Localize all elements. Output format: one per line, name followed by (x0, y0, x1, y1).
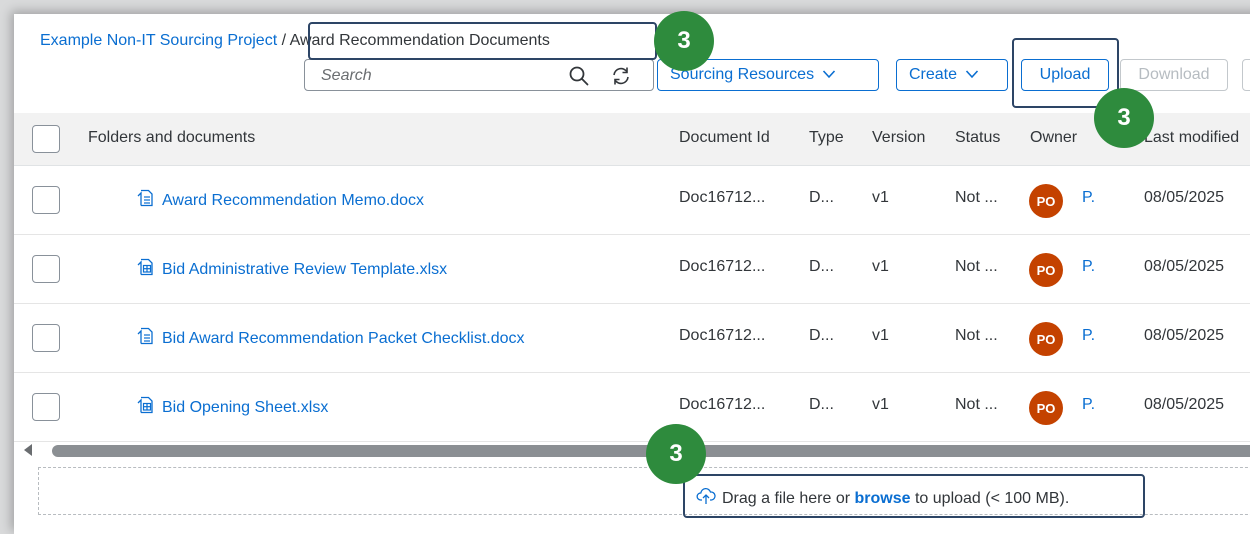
chevron-down-icon (822, 66, 836, 84)
document-version: v1 (872, 396, 889, 413)
document-status: Not ... (955, 396, 998, 413)
column-header-type[interactable]: Type (809, 129, 844, 147)
document-status: Not ... (955, 258, 998, 275)
document-status: Not ... (955, 189, 998, 206)
document-version: v1 (872, 189, 889, 206)
owner-link[interactable]: P. (1082, 396, 1095, 414)
last-modified-date: 08/05/2025 (1144, 396, 1225, 413)
document-version: v1 (872, 258, 889, 275)
breadcrumb-separator: / (277, 32, 290, 49)
create-button[interactable]: Create (896, 59, 1008, 91)
more-actions-button[interactable] (1242, 59, 1250, 91)
avatar[interactable]: PO (1029, 184, 1063, 218)
document-name: Bid Administrative Review Template.xlsx (162, 260, 448, 278)
select-all-checkbox[interactable] (32, 125, 60, 153)
search-icon[interactable] (567, 64, 591, 88)
column-header-version[interactable]: Version (872, 129, 925, 147)
breadcrumb-project-link[interactable]: Example Non-IT Sourcing Project (40, 32, 277, 49)
document-type: D... (809, 396, 834, 413)
dropzone-highlight-box (683, 474, 1145, 518)
document-link[interactable]: Bid Opening Sheet.xlsx (136, 396, 328, 419)
row-checkbox[interactable] (32, 255, 60, 283)
document-id: Doc16712... (679, 327, 766, 344)
last-modified-date: 08/05/2025 (1144, 327, 1225, 344)
table-header: Folders and documents Document Id Type V… (14, 113, 1250, 166)
document-id: Doc16712... (679, 189, 766, 206)
document-type: D... (809, 189, 834, 206)
search-input[interactable] (319, 64, 553, 88)
document-status: Not ... (955, 327, 998, 344)
row-checkbox[interactable] (32, 324, 60, 352)
table-row[interactable]: Award Recommendation Memo.docx Doc16712.… (14, 166, 1250, 235)
document-id: Doc16712... (679, 396, 766, 413)
spreadsheet-document-icon (136, 258, 154, 281)
spreadsheet-document-icon (136, 396, 154, 419)
document-id: Doc16712... (679, 258, 766, 275)
last-modified-date: 08/05/2025 (1144, 258, 1225, 275)
document-link[interactable]: Award Recommendation Memo.docx (136, 189, 424, 212)
word-document-icon (136, 189, 154, 212)
document-name: Bid Award Recommendation Packet Checklis… (162, 329, 525, 347)
step-badge: 3 (654, 11, 714, 71)
document-type: D... (809, 327, 834, 344)
last-modified-date: 08/05/2025 (1144, 189, 1225, 206)
word-document-icon (136, 327, 154, 350)
owner-link[interactable]: P. (1082, 327, 1095, 345)
create-label: Create (909, 66, 958, 83)
document-link[interactable]: Bid Administrative Review Template.xlsx (136, 258, 447, 281)
search-field[interactable] (304, 59, 654, 91)
document-version: v1 (872, 327, 889, 344)
table-row[interactable]: Bid Administrative Review Template.xlsx … (14, 235, 1250, 304)
column-header-status[interactable]: Status (955, 129, 1000, 147)
table-row[interactable]: Bid Award Recommendation Packet Checklis… (14, 304, 1250, 373)
column-header-owner[interactable]: Owner (1030, 129, 1077, 147)
horizontal-scrollbar[interactable] (14, 439, 1250, 461)
download-button[interactable]: Download (1120, 59, 1228, 91)
step-badge: 3 (1094, 88, 1154, 148)
row-checkbox[interactable] (32, 186, 60, 214)
column-header-name[interactable]: Folders and documents (88, 129, 255, 147)
step-badge: 3 (646, 424, 706, 484)
column-header-last-modified[interactable]: Last modified (1144, 129, 1239, 147)
row-checkbox[interactable] (32, 393, 60, 421)
chevron-down-icon (965, 66, 979, 84)
breadcrumb-highlight-box (308, 22, 657, 60)
avatar[interactable]: PO (1029, 391, 1063, 425)
avatar[interactable]: PO (1029, 253, 1063, 287)
scroll-left-arrow-icon[interactable] (24, 444, 32, 456)
document-name: Bid Opening Sheet.xlsx (162, 398, 329, 416)
owner-link[interactable]: P. (1082, 258, 1095, 276)
refresh-icon[interactable] (609, 64, 633, 88)
document-name: Award Recommendation Memo.docx (162, 191, 425, 209)
column-header-document-id[interactable]: Document Id (679, 129, 770, 147)
document-link[interactable]: Bid Award Recommendation Packet Checklis… (136, 327, 525, 350)
document-type: D... (809, 258, 834, 275)
table-row[interactable]: Bid Opening Sheet.xlsx Doc16712... D... … (14, 373, 1250, 442)
owner-link[interactable]: P. (1082, 189, 1095, 207)
avatar[interactable]: PO (1029, 322, 1063, 356)
download-label: Download (1138, 66, 1210, 83)
